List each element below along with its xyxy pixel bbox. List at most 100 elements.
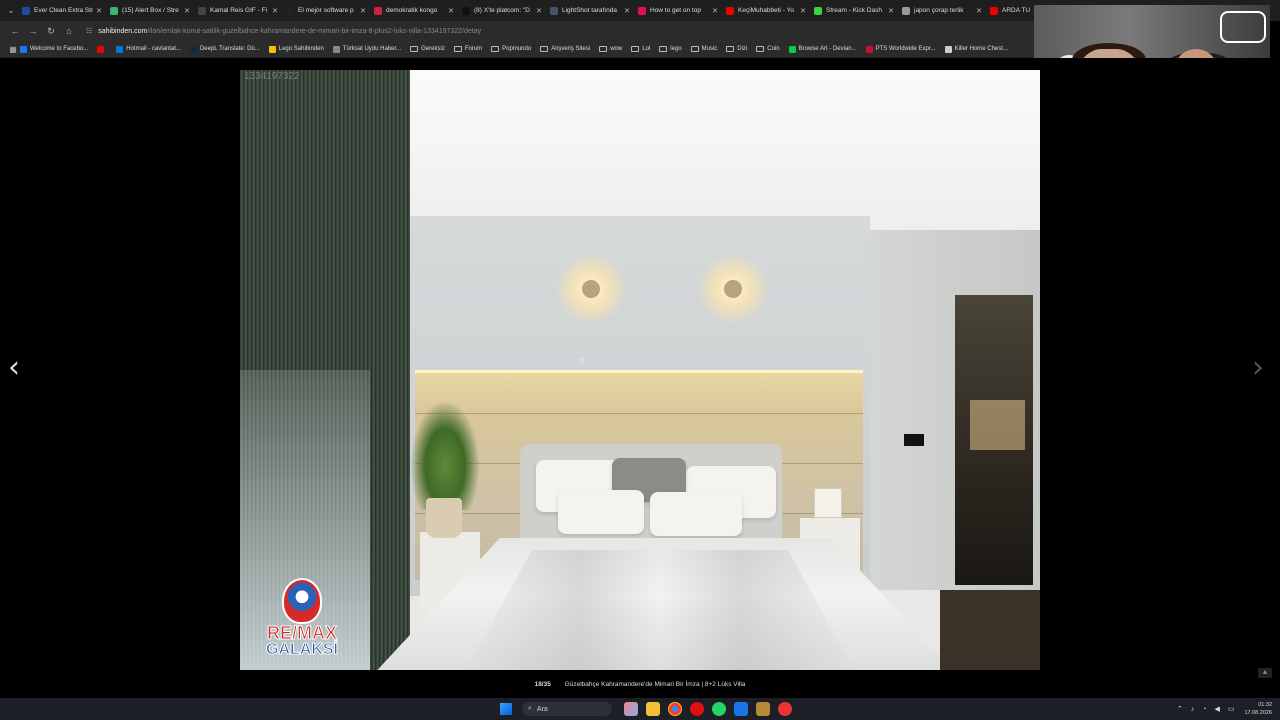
listing-title: Güzelbahçe Kahramandere'de Mimari Bir İm… <box>564 681 746 688</box>
whatsapp-icon[interactable] <box>712 702 726 716</box>
tab-close-icon[interactable]: ✕ <box>360 7 366 15</box>
bookmark-item[interactable]: Killer Home Chest... <box>944 45 1008 53</box>
browser-tab[interactable]: Ever Clean Extra Str ✕ <box>18 0 106 21</box>
system-tray: ⌃ ♪ ◔ ◀ ▭ 01:32 17.08.2026 <box>1169 698 1272 720</box>
widgets-app-icon[interactable] <box>624 702 638 716</box>
bookmark-label: DeepL Translate: Dü... <box>199 46 260 52</box>
tab-close-icon[interactable]: ✕ <box>888 7 894 15</box>
bookmark-favicon-icon <box>20 45 27 53</box>
bookmark-favicon-icon <box>116 45 124 53</box>
chrome-icon[interactable] <box>668 702 682 716</box>
listing-id: 1334197322 <box>244 71 300 82</box>
tab-close-icon[interactable]: ✕ <box>976 7 982 15</box>
mouse-cursor-icon: ☝ <box>578 354 585 367</box>
tab-close-icon[interactable]: ✕ <box>624 7 630 15</box>
battery-icon[interactable]: ▭ <box>1228 705 1235 713</box>
browser-tab[interactable]: How to get on top ✕ <box>634 0 722 21</box>
bookmark-label: Alışveriş Sitesi <box>551 46 591 52</box>
logo-brand-text: RE/MAX <box>266 623 337 643</box>
file-explorer-icon[interactable] <box>646 702 660 716</box>
listing-photo[interactable]: RE/MAX GALAKSİ <box>240 70 1040 670</box>
bookmark-favicon-icon <box>268 45 276 53</box>
next-photo-chevron-icon[interactable]: › <box>1252 350 1264 385</box>
home-icon[interactable]: ⌂ <box>60 26 78 36</box>
bookmark-folder[interactable]: Alışveriş Sitesi <box>540 46 590 52</box>
tab-search-chevron-icon[interactable]: ⌄ <box>4 5 18 16</box>
bookmark-label: Forum <box>464 46 483 52</box>
bookmark-item[interactable]: DeepL Translate: Dü... <box>189 45 260 53</box>
tab-favicon-icon <box>902 6 910 15</box>
system-clock[interactable]: 01:32 17.08.2026 <box>1244 701 1272 717</box>
bookmark-item[interactable]: PTS Worldwide Expr... <box>865 45 936 53</box>
address-bar[interactable]: ☷ sahibinden.com/ilan/emlak-konut-satili… <box>86 23 1034 39</box>
bookmark-label: PTS Worldwide Expr... <box>875 46 936 52</box>
bookmark-folder[interactable]: Coin <box>756 46 780 52</box>
bookmark-item[interactable]: Browse Art - Devian... <box>788 45 857 53</box>
bookmark-item[interactable]: Welcome to Facebo... <box>20 45 89 53</box>
volume-icon[interactable]: ◀ <box>1214 705 1219 713</box>
tab-close-icon[interactable]: ✕ <box>800 7 806 15</box>
site-info-icon[interactable]: ☷ <box>86 27 92 35</box>
bookmark-label: lego <box>670 46 682 52</box>
browser-tab[interactable]: demokratik kongo ✕ <box>370 0 458 21</box>
forward-arrow-icon[interactable]: → <box>24 26 42 36</box>
bookmark-item[interactable]: Hotmail - cavlantat... <box>116 45 181 53</box>
reload-icon[interactable]: ↻ <box>42 26 60 37</box>
app-icon-gold[interactable] <box>756 702 770 716</box>
start-windows-icon[interactable] <box>500 703 512 715</box>
tab-favicon-icon <box>814 6 822 15</box>
browser-tab[interactable]: (8) X'te platcom: "D ✕ <box>458 0 546 21</box>
tab-favicon-icon <box>374 6 382 15</box>
tab-close-icon[interactable]: ✕ <box>712 7 718 15</box>
mic-icon[interactable]: ♪ <box>1191 706 1195 713</box>
browser-tab[interactable]: Kamal Reis GIF - Fi ✕ <box>194 0 282 21</box>
tab-favicon-icon <box>726 6 734 15</box>
gamepad-icon <box>1220 11 1266 43</box>
browser-tab[interactable]: El mejor software p ✕ <box>282 0 370 21</box>
bookmark-folder[interactable]: Forum <box>453 46 483 52</box>
previous-photo-chevron-icon[interactable]: ‹ <box>8 350 20 385</box>
wall-sconce-right <box>698 254 768 324</box>
taskbar-search[interactable]: ⌕ Ara <box>522 702 612 716</box>
network-icon[interactable]: ◔ <box>1202 706 1206 713</box>
clock-date: 17.08.2026 <box>1244 710 1272 716</box>
folder-icon <box>491 46 500 52</box>
browser-tab[interactable]: KeçiMuhabbeti - Yo ✕ <box>722 0 810 21</box>
browser-tab[interactable]: japon çorap terlik ✕ <box>898 0 986 21</box>
browser-tab[interactable]: LightShot tarafında ✕ <box>546 0 634 21</box>
bookmark-folder[interactable]: wow <box>599 46 622 52</box>
bookmark-favicon-icon <box>189 45 197 53</box>
bookmark-item[interactable]: Lego Sahibinden <box>268 45 324 53</box>
apps-grid-icon[interactable]: ▦ <box>6 45 20 54</box>
opera-icon[interactable] <box>690 702 704 716</box>
bookmark-folder[interactable]: Dizi <box>726 46 747 52</box>
browser-tab[interactable]: Stream - Kick Dash ✕ <box>810 0 898 21</box>
bookmark-label: Killer Home Chest... <box>954 46 1008 52</box>
tab-close-icon[interactable]: ✕ <box>96 7 102 15</box>
bookmark-folder[interactable]: Lol <box>631 46 650 52</box>
back-arrow-icon[interactable]: ← <box>6 26 24 36</box>
bookmark-label: Welcome to Facebo... <box>30 46 89 52</box>
tab-close-icon[interactable]: ✕ <box>184 7 190 15</box>
tab-close-icon[interactable]: ✕ <box>448 7 454 15</box>
bookmark-folder[interactable]: Music <box>690 46 717 52</box>
bookmark-item[interactable]: Türksat Uydu Haber... <box>332 45 401 53</box>
bookmark-label: Popmundo <box>502 46 532 52</box>
bookmark-folder[interactable]: lego <box>659 46 682 52</box>
tab-close-icon[interactable]: ✕ <box>536 7 542 15</box>
bookmark-folder[interactable]: Popmundo <box>491 46 531 52</box>
browser-toolbar: ← → ↻ ⌂ ☷ sahibinden.com/ilan/emlak-konu… <box>0 21 1034 41</box>
tab-close-icon[interactable]: ✕ <box>272 7 278 15</box>
scroll-up-icon[interactable]: ▲ <box>1258 668 1272 678</box>
tray-chevron-icon[interactable]: ⌃ <box>1177 705 1183 713</box>
remax-balloon-icon <box>282 578 322 624</box>
tab-favicon-icon <box>198 6 206 15</box>
app-icon-blue[interactable] <box>734 702 748 716</box>
bookmark-folder[interactable]: Gereksiz <box>410 46 445 52</box>
tab-label: (8) X'te platcom: "D <box>474 7 530 14</box>
bookmark-favicon-icon <box>97 45 105 53</box>
obs-record-icon[interactable] <box>778 702 792 716</box>
bookmark-label: Lego Sahibinden <box>278 46 324 52</box>
bookmark-item[interactable] <box>97 45 107 53</box>
browser-tab[interactable]: (15) Alert Box / Stre ✕ <box>106 0 194 21</box>
